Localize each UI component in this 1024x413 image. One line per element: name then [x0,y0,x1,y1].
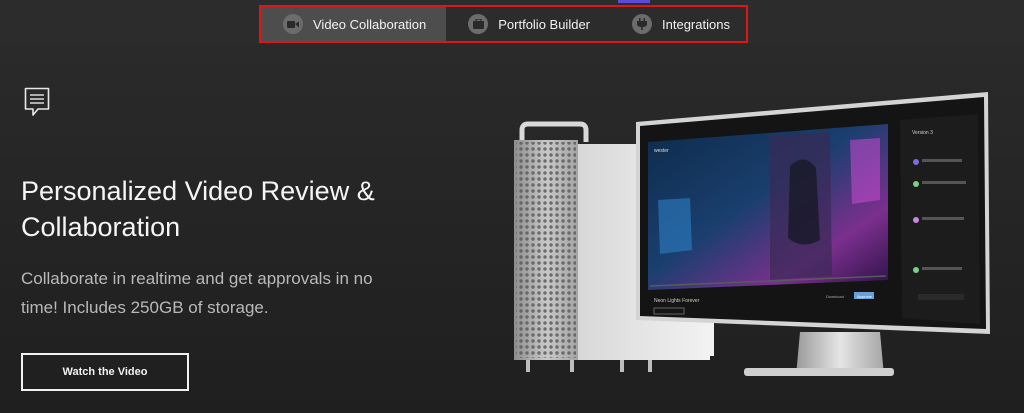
video-camera-icon [283,14,303,34]
side-panel-title: Version 3 [912,130,933,136]
hero-title: Personalized Video Review & Collaboratio… [21,176,375,242]
document-comment-icon [24,87,50,122]
tab-label: Video Collaboration [313,16,427,32]
app-name: wester [654,148,669,154]
hero-subtitle: Collaborate in realtime and get approval… [21,269,373,317]
portfolio-icon [468,14,489,34]
plug-icon [632,14,653,34]
tab-portfolio-builder[interactable]: Portfolio Builder [446,7,610,41]
approve-label: Approve [857,294,873,299]
tab-label: Integrations [662,16,730,32]
top-nav-bar: Video Collaboration Portfolio Builder In… [0,0,1024,44]
tab-video-collaboration[interactable]: Video Collaboration [261,7,447,41]
tab-integrations[interactable]: Integrations [610,7,750,41]
monitor-stand [744,332,894,376]
download-label: Download [826,294,844,299]
video-title: Neon Lights Forever [654,298,700,304]
watch-video-button[interactable]: Watch the Video [21,353,189,391]
device-illustration: Version 3 Neon Lights Forever Download A… [514,92,990,376]
tab-label: Portfolio Builder [498,16,591,32]
monitor: Version 3 Neon Lights Forever Download A… [636,92,990,334]
product-tabs: Video Collaboration Portfolio Builder In… [259,5,748,43]
accent-strip [618,0,650,3]
